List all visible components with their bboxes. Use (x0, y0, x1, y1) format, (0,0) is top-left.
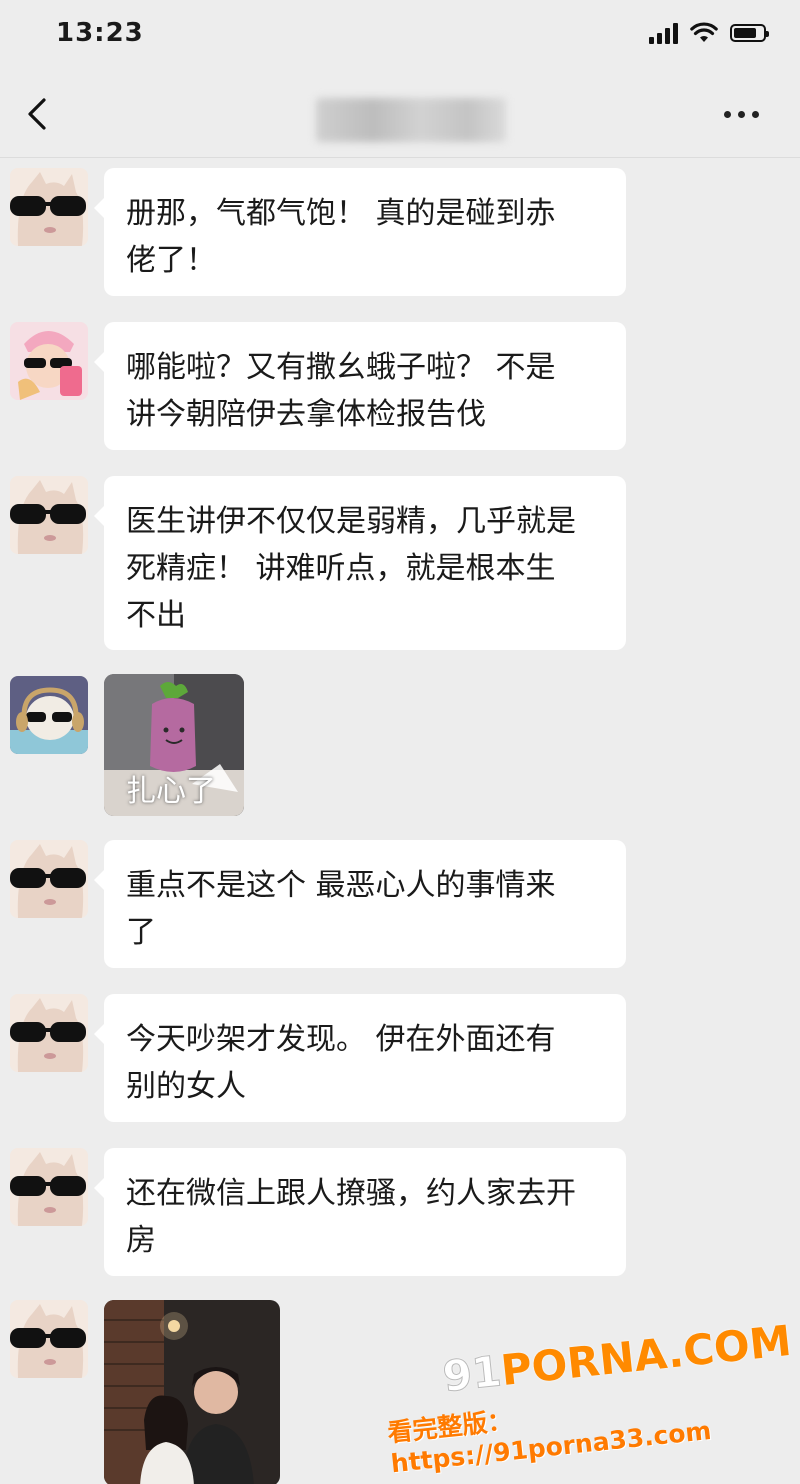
battery-fill (734, 28, 757, 38)
message-line: 别的女人 (126, 1069, 246, 1104)
message-line: 死精症！ 讲难听点，就是根本生 (126, 551, 556, 586)
back-arrow-icon[interactable] (22, 94, 52, 134)
signal-icon (649, 22, 678, 44)
avatar-cat-sunglasses[interactable] (10, 476, 88, 554)
status-icons (649, 22, 769, 44)
message-bubble[interactable]: 医生讲伊不仅仅是弱精，几乎就是 死精症！ 讲难听点，就是根本生 不出 (94, 476, 626, 650)
more-options-icon[interactable] (724, 102, 768, 126)
message-bubble[interactable]: 册那，气都气饱！ 真的是碰到赤 佬了！ (94, 168, 626, 296)
message-bubble[interactable]: 还在微信上跟人撩骚，约人家去开 房 (94, 1148, 626, 1276)
chat-title-obscured (316, 98, 506, 142)
sticker-image[interactable]: 扎心了 (104, 674, 244, 816)
battery-icon (730, 24, 769, 42)
status-time: 13:23 (56, 18, 144, 48)
watermark-logo-prefix: 91 (440, 1346, 504, 1402)
photo-image[interactable] (104, 1300, 280, 1484)
message-line: 医生讲伊不仅仅是弱精，几乎就是 (126, 504, 576, 539)
message-line: 不出 (126, 598, 186, 633)
message-bubble[interactable]: 哪能啦？又有撒幺蛾子啦？ 不是 讲今朝陪伊去拿体检报告伐 (94, 322, 626, 450)
message-line: 哪能啦？又有撒幺蛾子啦？ 不是 (126, 350, 556, 385)
avatar-girl-pink-hat[interactable] (10, 322, 88, 400)
avatar-cat-sunglasses[interactable] (10, 840, 88, 918)
message-line: 房 (126, 1223, 156, 1258)
avatar-cat-sunglasses[interactable] (10, 168, 88, 246)
message-line: 讲今朝陪伊去拿体检报告伐 (126, 397, 486, 432)
avatar-cat-sunglasses[interactable] (10, 994, 88, 1072)
message-line: 重点不是这个 最恶心人的事情来 (126, 868, 556, 903)
avatar-cat-sunglasses[interactable] (10, 1300, 88, 1378)
message-line: 册那，气都气饱！ 真的是碰到赤 (126, 196, 556, 231)
avatar-cat-sunglasses[interactable] (10, 1148, 88, 1226)
message-bubble[interactable]: 今天吵架才发现。 伊在外面还有 别的女人 (94, 994, 626, 1122)
message-line: 了 (126, 915, 156, 950)
status-bar: 13:23 (0, 0, 800, 66)
message-line: 还在微信上跟人撩骚，约人家去开 (126, 1176, 576, 1211)
message-bubble[interactable]: 重点不是这个 最恶心人的事情来 了 (94, 840, 626, 968)
chat-header (0, 66, 800, 158)
wifi-icon (690, 22, 718, 42)
sticker-caption: 扎心了 (126, 774, 216, 809)
avatar-dog-headphones[interactable] (10, 676, 88, 754)
message-line: 佬了！ (126, 243, 216, 278)
message-line: 今天吵架才发现。 伊在外面还有 (126, 1022, 556, 1057)
